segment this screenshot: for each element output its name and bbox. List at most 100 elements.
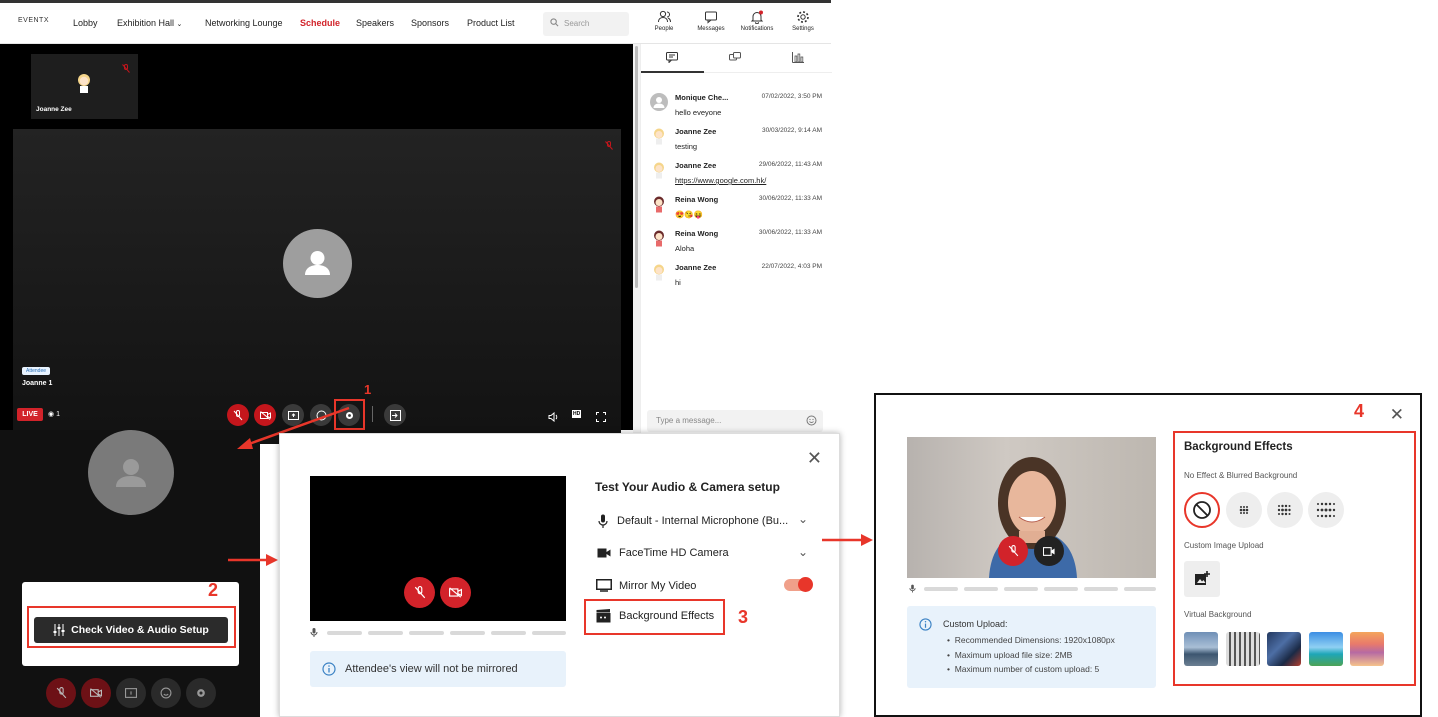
camera-select[interactable]: FaceTime HD Camera ⌄ — [597, 545, 808, 559]
tab-chat[interactable] — [641, 44, 704, 73]
muted-mic-icon — [605, 137, 613, 155]
people-button[interactable]: People — [647, 10, 681, 32]
camera-preview — [310, 476, 566, 621]
virtual-bg-city[interactable] — [1267, 632, 1301, 666]
tab-qa[interactable] — [704, 44, 767, 73]
close-icon[interactable]: ✕ — [807, 448, 822, 469]
annotation-arrow-2 — [228, 554, 278, 566]
chat-sender: Reina Wong — [675, 229, 719, 238]
eye-icon: ◉ — [48, 411, 55, 418]
custom-upload-title: Custom Upload: — [943, 619, 1008, 629]
mirror-info-text: Attendee's view will not be mirrored — [345, 663, 518, 675]
clapperboard-icon — [596, 609, 611, 623]
blur-light-icon — [1239, 506, 1249, 514]
mute-mic-button[interactable] — [404, 577, 435, 608]
leave-button[interactable] — [384, 404, 406, 426]
check-video-audio-button[interactable]: Check Video & Audio Setup — [34, 617, 228, 643]
mute-mic-button[interactable] — [46, 678, 76, 708]
eventx-logo[interactable]: EVENTX — [18, 17, 49, 24]
info-icon — [322, 662, 336, 676]
background-effects-button[interactable]: Background Effects — [596, 609, 714, 623]
chat-sender: Joanne Zee — [675, 263, 717, 272]
mirror-video-label: Mirror My Video — [619, 579, 697, 592]
messages-icon — [705, 11, 717, 24]
camera-off-icon — [449, 587, 462, 598]
blur-medium-option[interactable] — [1267, 492, 1303, 528]
emoji-icon[interactable] — [806, 415, 817, 426]
blur-strong-icon — [1316, 502, 1336, 518]
camera-off-button[interactable] — [81, 678, 111, 708]
chat-link[interactable]: https://www.google.com.hk/ — [675, 176, 766, 185]
chat-text: testing — [675, 142, 698, 151]
notifications-label: Notifications — [740, 26, 774, 32]
messages-label: Messages — [697, 26, 725, 32]
virtual-bg-beach[interactable] — [1309, 632, 1343, 666]
control-divider — [372, 406, 373, 422]
scrollbar[interactable] — [633, 44, 640, 436]
virtual-bg-sunset[interactable] — [1350, 632, 1384, 666]
list-item: • Recommended Dimensions: 1920x1080px — [947, 635, 1115, 645]
nav-schedule[interactable]: Schedule — [300, 18, 340, 28]
mic-off-icon — [1008, 545, 1018, 557]
camera-off-button[interactable] — [440, 577, 471, 608]
annotation-step-1: 1 — [364, 382, 372, 397]
nav-networking-lounge[interactable]: Networking Lounge — [205, 18, 283, 28]
avatar — [650, 127, 668, 145]
gear-icon — [797, 11, 809, 23]
hd-icon[interactable]: HD — [572, 410, 582, 418]
nav-exhibition-hall[interactable]: Exhibition Hall ⌄ — [117, 18, 182, 28]
exit-icon — [389, 409, 401, 421]
volume-icon[interactable] — [548, 409, 559, 427]
messages-button[interactable]: Messages — [694, 10, 728, 32]
blur-medium-icon — [1277, 504, 1291, 516]
no-effect-option[interactable] — [1184, 492, 1220, 528]
tab-poll[interactable] — [767, 44, 830, 73]
annotation-step-3: 3 — [738, 607, 749, 627]
people-label: People — [654, 26, 674, 32]
mic-icon — [310, 628, 318, 637]
camera-icon — [597, 548, 611, 558]
chat-message: Reina Wong 30/06/2022, 11:33 AM 😍😘😝 — [650, 195, 822, 225]
nav-sponsors[interactable]: Sponsors — [411, 18, 449, 28]
add-photo-icon — [1195, 571, 1210, 585]
share-screen-button[interactable] — [116, 678, 146, 708]
nav-product-list[interactable]: Product List — [467, 18, 515, 28]
viewer-number: 1 — [56, 411, 60, 418]
chat-text: hi — [675, 278, 681, 287]
chevron-down-icon: ⌄ — [797, 512, 808, 526]
mirror-toggle[interactable] — [784, 577, 813, 592]
close-icon[interactable]: ✕ — [1390, 405, 1404, 425]
mute-mic-button[interactable] — [998, 536, 1028, 566]
notifications-button[interactable]: Notifications — [740, 10, 774, 32]
microphone-select[interactable]: Default - Internal Microphone (Bu... ⌄ — [598, 512, 808, 528]
chat-input[interactable]: Type a message... — [647, 410, 823, 432]
user-placeholder-icon — [283, 229, 352, 298]
search-input[interactable]: Search — [543, 12, 629, 36]
chat-sender: Monique Che... — [675, 93, 729, 102]
avatar — [650, 195, 668, 213]
main-video-name: Joanne 1 — [22, 380, 53, 387]
participant-thumbnail[interactable]: Joanne Zee — [31, 54, 138, 119]
virtual-bg-office[interactable] — [1226, 632, 1260, 666]
fullscreen-icon[interactable] — [596, 409, 606, 427]
mic-level-meter — [907, 584, 1156, 593]
setup-title: Test Your Audio & Camera setup — [595, 480, 780, 494]
camera-preview — [907, 437, 1156, 578]
chevron-down-icon: ⌄ — [176, 21, 183, 28]
nav-lobby[interactable]: Lobby — [73, 18, 98, 28]
chat-tabs — [641, 44, 832, 73]
section-no-effect-label: No Effect & Blurred Background — [1184, 471, 1298, 480]
chat-message: Monique Che... 07/02/2022, 3:50 PM hello… — [650, 93, 822, 123]
settings-control-button[interactable] — [186, 678, 216, 708]
nav-speakers[interactable]: Speakers — [356, 18, 394, 28]
blur-strong-option[interactable] — [1308, 492, 1344, 528]
upload-image-button[interactable] — [1184, 561, 1220, 597]
reaction-button[interactable] — [151, 678, 181, 708]
camera-button[interactable] — [1034, 536, 1064, 566]
virtual-bg-mountains[interactable] — [1184, 632, 1218, 666]
avatar — [650, 229, 668, 247]
check-video-audio-label: Check Video & Audio Setup — [71, 624, 209, 636]
settings-button[interactable]: Settings — [786, 10, 820, 32]
webcam-person-image — [989, 457, 1077, 578]
blur-light-option[interactable] — [1226, 492, 1262, 528]
